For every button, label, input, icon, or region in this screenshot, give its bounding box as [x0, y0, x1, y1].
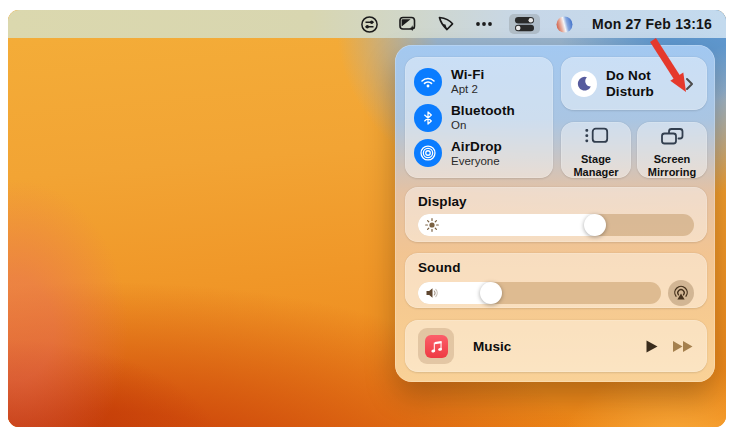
ellipsis-icon[interactable] [475, 21, 493, 27]
display-slider-fill [418, 214, 595, 236]
music-app-icon [425, 335, 448, 358]
wifi-icon[interactable] [414, 68, 442, 96]
stage-manager-icon [584, 126, 609, 150]
wifi-label: Wi-Fi [451, 67, 484, 83]
music-label: Music [473, 339, 511, 354]
airdrop-label: AirDrop [451, 139, 502, 155]
bluetooth-status: On [451, 119, 515, 132]
airdrop-row[interactable]: AirDrop Everyone [405, 135, 553, 171]
moon-icon [571, 71, 597, 97]
display-slider-knob[interactable] [584, 214, 606, 236]
display-slider[interactable] [418, 214, 694, 236]
screen-mirroring-label: Screen Mirroring [637, 153, 707, 178]
menu-bar: Mon 27 Feb 13:16 [8, 10, 726, 38]
annotation-arrow [638, 27, 700, 103]
pennant-icon[interactable] [437, 15, 456, 33]
sound-slider[interactable] [418, 282, 661, 304]
fast-forward-button[interactable] [672, 340, 694, 353]
brightness-icon [425, 218, 439, 232]
speaker-icon [425, 286, 439, 300]
wifi-status: Apt 2 [451, 83, 484, 96]
airplay-audio-button[interactable] [668, 280, 694, 306]
stage-manager-button[interactable]: Stage Manager [561, 122, 631, 178]
display-label: Display [418, 194, 694, 209]
display-card: Display [405, 187, 707, 242]
desktop: Mon 27 Feb 13:16 Wi-Fi Apt 2 Bluetooth O… [8, 10, 726, 427]
siri-icon[interactable] [556, 16, 573, 33]
airdrop-icon[interactable] [414, 139, 442, 167]
stage-manager-label: Stage Manager [561, 153, 631, 178]
airdrop-status: Everyone [451, 155, 502, 168]
screen-mirroring-icon [659, 126, 685, 150]
music-app-tile [418, 328, 454, 364]
control-center-icon[interactable] [509, 14, 540, 34]
bluetooth-row[interactable]: Bluetooth On [405, 100, 553, 136]
music-card: Music [405, 320, 707, 372]
screen-capture-icon[interactable] [398, 15, 418, 33]
sound-card: Sound [405, 253, 707, 308]
play-button[interactable] [644, 339, 659, 354]
sound-label: Sound [418, 260, 694, 275]
wifi-row[interactable]: Wi-Fi Apt 2 [405, 64, 553, 100]
bluetooth-icon[interactable] [414, 104, 442, 132]
toggles-circle-icon[interactable] [360, 15, 379, 34]
sound-slider-knob[interactable] [480, 282, 502, 304]
screen-mirroring-button[interactable]: Screen Mirroring [637, 122, 707, 178]
bluetooth-label: Bluetooth [451, 103, 515, 119]
connectivity-card: Wi-Fi Apt 2 Bluetooth On AirDrop [405, 57, 553, 178]
